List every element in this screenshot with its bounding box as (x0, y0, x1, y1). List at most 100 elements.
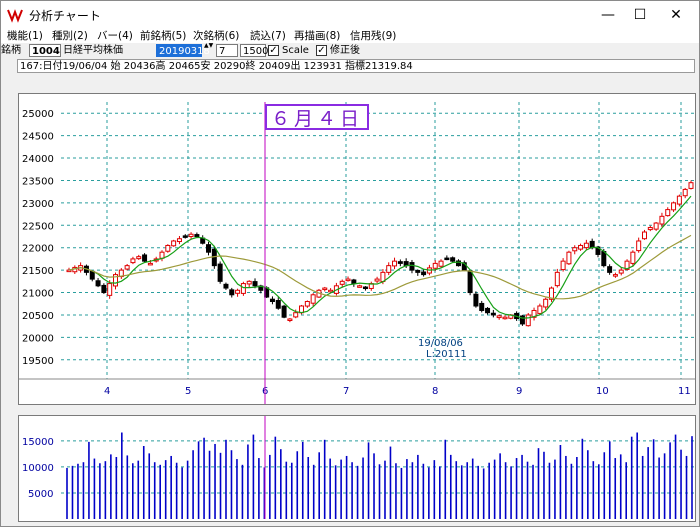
chart-window: 分析チャート — ☐ ✕ 機能(1) 種別(2) バー(4) 前銘柄(5) 次銘… (0, 0, 700, 527)
candle (554, 271, 560, 287)
y-tick-label: 21000 (22, 289, 54, 300)
candle (357, 285, 363, 288)
candle (211, 248, 217, 267)
candle (688, 182, 694, 189)
candle (188, 233, 194, 238)
candle (630, 251, 636, 264)
scale-checkbox[interactable]: ✓ (268, 45, 279, 56)
adjusted-checkbox[interactable]: ✓ (316, 45, 327, 56)
candle (275, 300, 281, 309)
candle (479, 302, 485, 311)
candle (304, 301, 310, 307)
candle (310, 294, 316, 304)
candle (351, 279, 357, 285)
candle (101, 284, 107, 294)
menu-redraw[interactable]: 再描画(8) (294, 29, 340, 43)
candle (339, 280, 345, 285)
y-tick-label: 23500 (22, 176, 54, 187)
menu-bar: 機能(1) 種別(2) バー(4) 前銘柄(5) 次銘柄(6) 読込(7) 再描… (1, 29, 699, 43)
candle (374, 278, 380, 282)
candle (328, 289, 334, 293)
candle (653, 222, 659, 230)
volume-tick-label: 5000 (28, 489, 53, 500)
low-note-value: L:20111 (426, 349, 467, 360)
candle (450, 257, 456, 262)
date-spinner[interactable]: ▲▼ (204, 42, 213, 50)
candle (206, 244, 212, 253)
period-field[interactable]: 7 (216, 44, 238, 57)
candle (612, 274, 618, 277)
candle (136, 256, 142, 260)
y-tick-label: 20500 (22, 311, 54, 322)
y-tick-label: 19500 (22, 356, 54, 367)
candle (432, 262, 438, 269)
price-chart[interactable]: 25000 24500 24000 23500 23000 22500 22000 21500… (18, 93, 696, 405)
candle (194, 234, 200, 238)
candle (269, 298, 275, 303)
menu-next-brand[interactable]: 次銘柄(6) (193, 29, 239, 43)
x-tick-label: 7 (343, 386, 349, 397)
ma-long-line (68, 234, 692, 300)
candle (444, 257, 450, 261)
window-title: 分析チャート (29, 9, 101, 23)
candle (560, 260, 566, 271)
x-tick-label: 4 (104, 386, 110, 397)
candle (246, 280, 252, 285)
date-field[interactable]: 20190318 (156, 44, 210, 57)
candle (671, 202, 677, 211)
menu-bar-type[interactable]: バー(4) (97, 29, 133, 43)
menu-prev-brand[interactable]: 前銘柄(5) (140, 29, 186, 43)
candle (415, 269, 421, 273)
candle (467, 270, 473, 294)
candle (583, 242, 589, 249)
candle (502, 316, 508, 320)
candle (107, 283, 113, 296)
candle (676, 195, 682, 205)
candle (240, 283, 246, 294)
menu-load[interactable]: 読込(7) (250, 29, 286, 43)
low-note-date: 19/08/06 (418, 338, 463, 349)
candle (601, 251, 607, 267)
candle (490, 312, 496, 316)
candle (182, 235, 188, 238)
volume-chart[interactable]: 15000 10000 5000 (18, 415, 696, 522)
candle (176, 238, 182, 243)
candle (421, 271, 427, 276)
y-tick-label: 21500 (22, 266, 54, 277)
candle (397, 261, 403, 264)
menu-type[interactable]: 種別(2) (52, 29, 88, 43)
candle (659, 215, 665, 225)
candle (362, 286, 368, 290)
date-banner: ６月４日 (265, 104, 369, 130)
x-tick-label: 5 (185, 386, 191, 397)
x-tick-label: 9 (516, 386, 522, 397)
candle (578, 244, 584, 250)
candle (293, 312, 299, 318)
candle (641, 231, 647, 240)
y-tick-label: 24500 (22, 132, 54, 143)
bars-field[interactable]: 1500 (240, 44, 268, 57)
menu-margin[interactable]: 信用残(9) (350, 29, 396, 43)
y-tick-label: 22500 (22, 221, 54, 232)
candle (409, 262, 415, 271)
candle (130, 258, 136, 264)
candle (124, 265, 130, 270)
candle (537, 305, 543, 314)
x-tick-label: 11 (678, 386, 691, 397)
code-field[interactable]: 1004 (29, 44, 61, 57)
candle (473, 293, 479, 307)
y-tick-label: 24000 (22, 154, 54, 165)
app-icon (7, 7, 23, 23)
volume-tick-label: 10000 (22, 463, 54, 474)
candle (229, 289, 235, 296)
close-button[interactable]: ✕ (653, 1, 699, 29)
candle (287, 318, 293, 321)
candle (281, 305, 287, 318)
y-tick-label: 25000 (22, 109, 54, 120)
title-bar[interactable]: 分析チャート — ☐ ✕ (1, 1, 699, 29)
candle (496, 315, 502, 319)
menu-function[interactable]: 機能(1) (7, 29, 43, 43)
y-tick-label: 20000 (22, 333, 54, 344)
candle (386, 265, 392, 273)
candle (647, 227, 653, 231)
